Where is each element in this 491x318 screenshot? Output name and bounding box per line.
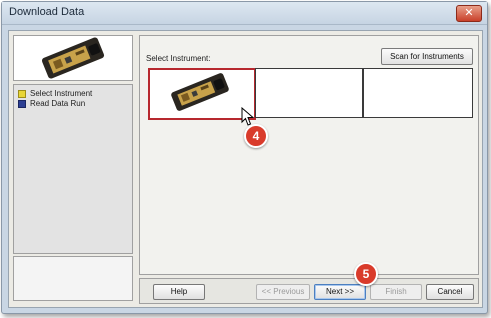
left-bottom-panel <box>13 256 133 301</box>
window-title: Download Data <box>9 6 85 18</box>
title-bar: Download Data ✕ <box>2 2 487 25</box>
left-panel: Select Instrument Read Data Run <box>13 35 133 301</box>
data-logger-icon <box>171 73 229 111</box>
step-select-instrument: Select Instrument <box>18 89 92 98</box>
help-button[interactable]: Help <box>153 284 205 300</box>
step-indicator-blue-icon <box>18 99 26 108</box>
button-bar: Help << Previous Next >> Finish Cancel <box>139 278 479 304</box>
finish-button[interactable]: Finish <box>370 284 422 300</box>
instrument-thumbnail <box>13 35 133 81</box>
callout-step-4: 4 <box>244 124 268 148</box>
wizard-steps: Select Instrument Read Data Run <box>13 84 133 254</box>
step-indicator-yellow-icon <box>18 89 26 98</box>
close-button[interactable]: ✕ <box>456 5 482 22</box>
step-label: Read Data Run <box>30 99 86 108</box>
step-label: Select Instrument <box>30 89 93 98</box>
dialog-body: Select Instrument Read Data Run Select I… <box>8 30 483 308</box>
step-read-data-run: Read Data Run <box>18 99 85 108</box>
next-button[interactable]: Next >> <box>314 284 366 300</box>
instrument-slot-3[interactable] <box>363 68 473 118</box>
select-instrument-label: Select Instrument: <box>146 54 211 63</box>
instrument-slot-1[interactable] <box>148 68 256 120</box>
previous-button[interactable]: << Previous <box>256 284 310 300</box>
callout-step-5: 5 <box>354 262 378 286</box>
data-logger-icon <box>41 37 105 79</box>
cancel-button[interactable]: Cancel <box>426 284 474 300</box>
instrument-slot-2[interactable] <box>255 68 363 118</box>
instrument-selection-panel: Select Instrument: Scan for Instruments <box>139 35 479 275</box>
scan-for-instruments-button[interactable]: Scan for Instruments <box>381 48 473 65</box>
download-data-dialog: Download Data ✕ Select Instrument Read D… <box>1 1 488 314</box>
